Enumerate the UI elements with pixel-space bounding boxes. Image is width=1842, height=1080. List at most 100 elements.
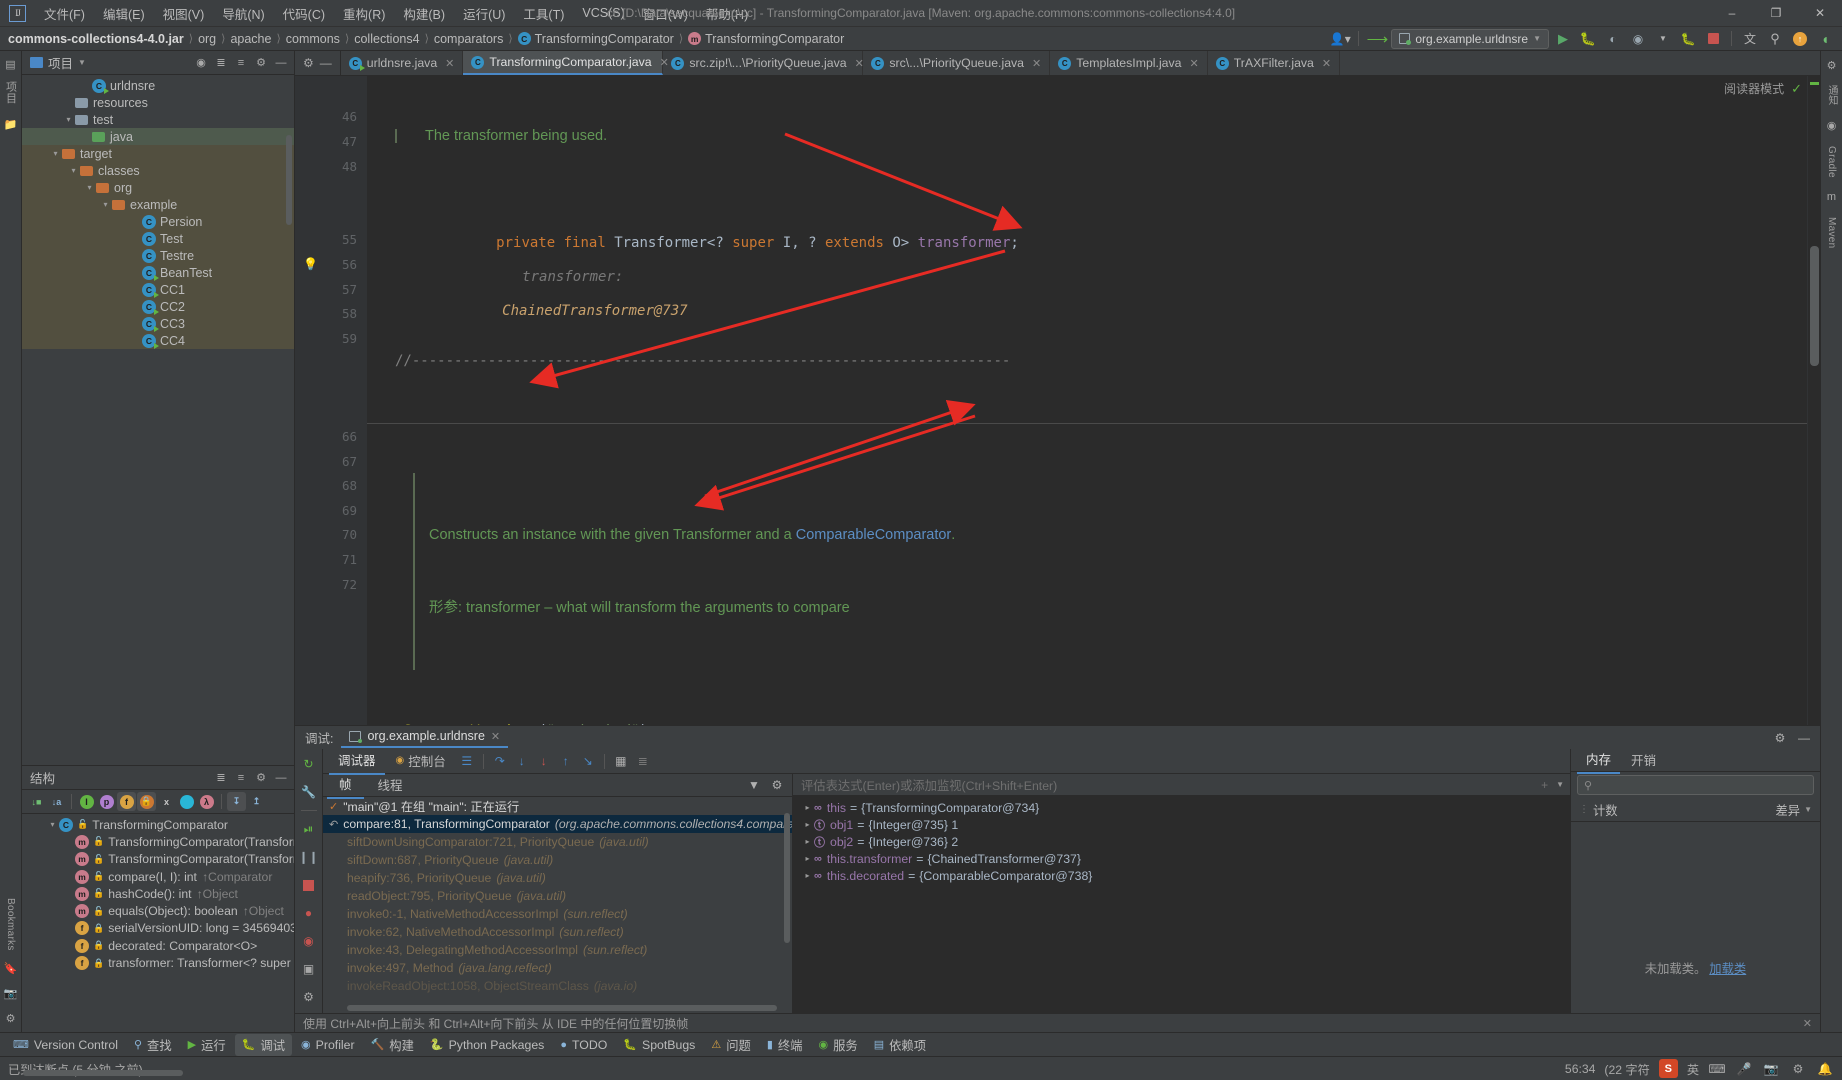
tree-item-org[interactable]: ▾ org: [22, 179, 294, 196]
javadoc-link[interactable]: ComparableComparator: [796, 523, 952, 548]
tree-item-classes[interactable]: ▾ classes: [22, 162, 294, 179]
memory-search-input[interactable]: ⚲: [1577, 775, 1814, 795]
tree-item-test-class[interactable]: C Test: [22, 230, 294, 247]
add-watch-icon[interactable]: +: [1541, 778, 1548, 792]
frame-invoke497[interactable]: invoke:497, Method (java.lang.reflect): [323, 959, 792, 977]
variable-this-transformer[interactable]: ▸ ∞ this.transformer = {ChainedTransform…: [793, 850, 1570, 867]
column-diff[interactable]: 差异 ▼: [1767, 801, 1820, 819]
chevron-down-icon[interactable]: ▼: [1556, 780, 1564, 789]
menu-item-code[interactable]: 代码(C): [275, 1, 333, 26]
load-classes-link[interactable]: 加载类: [1709, 959, 1746, 977]
editor-marker-bar[interactable]: [1807, 76, 1820, 725]
structure-item-ctor2[interactable]: m 🔓 TransformingComparator(Transformer<?…: [22, 851, 294, 868]
mute-breakpoints-icon[interactable]: ●: [299, 903, 319, 923]
variable-this-decorated[interactable]: ▸ ∞ this.decorated = {ComparableComparat…: [793, 867, 1570, 884]
variables-list[interactable]: ▸ ∞ this = {TransformingComparator@734} …: [793, 796, 1570, 1013]
chevron-down-icon[interactable]: ▾: [67, 166, 80, 175]
hide-icon[interactable]: —: [1794, 728, 1814, 748]
expand-icon[interactable]: ▸: [801, 837, 814, 846]
close-icon[interactable]: ✕: [1322, 57, 1331, 70]
frame-invoke43[interactable]: invoke:43, DelegatingMethodAccessorImpl …: [323, 941, 792, 959]
tool-button-terminal[interactable]: ▮ 终端: [760, 1034, 810, 1056]
run-icon[interactable]: ▶: [1552, 29, 1574, 49]
debug-icon[interactable]: 🐛: [1577, 29, 1599, 49]
breadcrumb-apache[interactable]: apache: [230, 32, 271, 46]
breadcrumb-comparators[interactable]: comparators: [434, 32, 503, 46]
tool-button-version-control[interactable]: ⌨ Version Control: [6, 1036, 125, 1054]
tree-item-cc4[interactable]: C CC4: [22, 332, 294, 349]
frame-siftdown[interactable]: siftDown:687, PriorityQueue (java.util): [323, 851, 792, 869]
menu-item-navigate[interactable]: 导航(N): [214, 1, 272, 26]
resume-icon[interactable]: ⏯: [299, 819, 319, 839]
tab-frames[interactable]: 帧: [327, 771, 364, 799]
autoscroll-from-source-icon[interactable]: ↥: [247, 792, 266, 811]
editor-tab-urldnsre[interactable]: C urldnsre.java ✕: [341, 51, 464, 75]
gutter-line-67[interactable]: 67: [295, 449, 367, 474]
show-execution-point-icon[interactable]: ☰: [457, 751, 477, 771]
expand-icon[interactable]: ▸: [801, 871, 814, 880]
menu-item-window[interactable]: 窗口(W): [635, 1, 696, 26]
hide-icon[interactable]: —: [272, 769, 290, 787]
structure-item-class[interactable]: ▾ C 🔓 TransformingComparator: [22, 816, 294, 833]
gutter-line-69[interactable]: 69: [295, 498, 367, 523]
stop-icon[interactable]: [299, 875, 319, 895]
gutter-line-57[interactable]: 57: [295, 277, 367, 302]
gutter-line-59[interactable]: 59: [295, 326, 367, 351]
frames-scrollbar[interactable]: [347, 1005, 777, 1011]
close-icon[interactable]: ✕: [491, 730, 500, 743]
gutter-line-72[interactable]: 72: [295, 572, 367, 597]
structure-item-equals[interactable]: m 🔓 equals(Object): boolean ↑Object: [22, 902, 294, 919]
tree-item-cc3[interactable]: C CC3: [22, 315, 294, 332]
settings-icon[interactable]: ⚙: [767, 775, 787, 795]
show-lambdas-icon[interactable]: λ: [197, 792, 216, 811]
code-line-46[interactable]: private final Transformer<? super I, ? e…: [367, 192, 1807, 319]
hide-icon[interactable]: —: [320, 56, 332, 70]
tree-item-resources[interactable]: resources: [22, 94, 294, 111]
translate-icon[interactable]: 文: [1739, 29, 1761, 49]
tree-item-cc2[interactable]: C CC2: [22, 298, 294, 315]
commit-icon[interactable]: 📁: [3, 117, 19, 133]
breadcrumb-class[interactable]: C TransformingComparator: [517, 32, 674, 46]
tree-item-cc1[interactable]: C CC1: [22, 281, 294, 298]
step-over-icon[interactable]: ↷: [490, 751, 510, 771]
editor-tab-srczip-priorityqueue[interactable]: C src.zip!\...\PriorityQueue.java ✕: [663, 51, 864, 75]
intention-bulb-icon[interactable]: 💡: [303, 257, 318, 271]
close-icon[interactable]: ✕: [1190, 57, 1199, 70]
back-arrow-icon[interactable]: ⟶: [1366, 29, 1389, 49]
editor-gutter[interactable]: 46 47 48 55 💡 56 57 58 59 66 67 68 69 70…: [295, 76, 367, 725]
tool-button-dependencies[interactable]: ▤ 依赖项: [867, 1034, 933, 1056]
close-button[interactable]: ✕: [1798, 0, 1842, 27]
frame-invoke62[interactable]: invoke:62, NativeMethodAccessorImpl (sun…: [323, 923, 792, 941]
run-configuration-selector[interactable]: org.example.urldnsre ▼: [1391, 28, 1549, 49]
close-icon[interactable]: ✕: [1803, 1017, 1812, 1030]
structure-item-hashcode[interactable]: m 🔓 hashCode(): int ↑Object: [22, 885, 294, 902]
column-count[interactable]: ⋮ 计数: [1571, 801, 1626, 819]
tool-button-services[interactable]: ◉ 服务: [811, 1034, 864, 1056]
project-tree-scrollbar[interactable]: [286, 135, 292, 225]
editor-tab-transformingcomparator[interactable]: C TransformingComparator.java ✕: [463, 51, 669, 75]
show-interfaces-icon[interactable]: [177, 792, 196, 811]
menu-item-help[interactable]: 帮助(H): [698, 1, 756, 26]
chevron-down-icon[interactable]: ▾: [49, 149, 62, 158]
mic-icon[interactable]: 🎤: [1735, 1060, 1753, 1078]
camera-icon[interactable]: 📷: [1762, 1060, 1780, 1078]
editor-tab-templatesimpl[interactable]: C TemplatesImpl.java ✕: [1050, 51, 1208, 75]
view-breakpoints-icon[interactable]: ◉: [299, 931, 319, 951]
tree-item-test[interactable]: ▾ test: [22, 111, 294, 128]
tool-button-profiler[interactable]: ◉ Profiler: [294, 1036, 362, 1054]
expand-icon[interactable]: ▸: [801, 854, 814, 863]
structure-item-serialversionuid[interactable]: f 🔒 serialVersionUID: long = 34569403560…: [22, 920, 294, 937]
editor-scrollbar[interactable]: [1810, 246, 1819, 366]
evaluate-icon[interactable]: ▦: [611, 751, 631, 771]
settings-icon[interactable]: ⚙: [1770, 728, 1790, 748]
code-content[interactable]: The transformer being used. private fina…: [367, 76, 1807, 725]
show-inherited-icon[interactable]: I: [77, 792, 96, 811]
settings-icon[interactable]: ⚙: [303, 56, 314, 70]
editor-tab-traxfilter[interactable]: C TrAXFilter.java ✕: [1208, 51, 1341, 75]
bookmarks-icon[interactable]: 🔖: [3, 960, 19, 976]
autoscroll-to-source-icon[interactable]: ↧: [227, 792, 246, 811]
breadcrumb-commons[interactable]: commons: [286, 32, 340, 46]
structure-item-decorated[interactable]: f 🔒 decorated: Comparator<O>: [22, 937, 294, 954]
settings-icon[interactable]: ⚙: [252, 769, 270, 787]
tree-item-target[interactable]: ▾ target: [22, 145, 294, 162]
